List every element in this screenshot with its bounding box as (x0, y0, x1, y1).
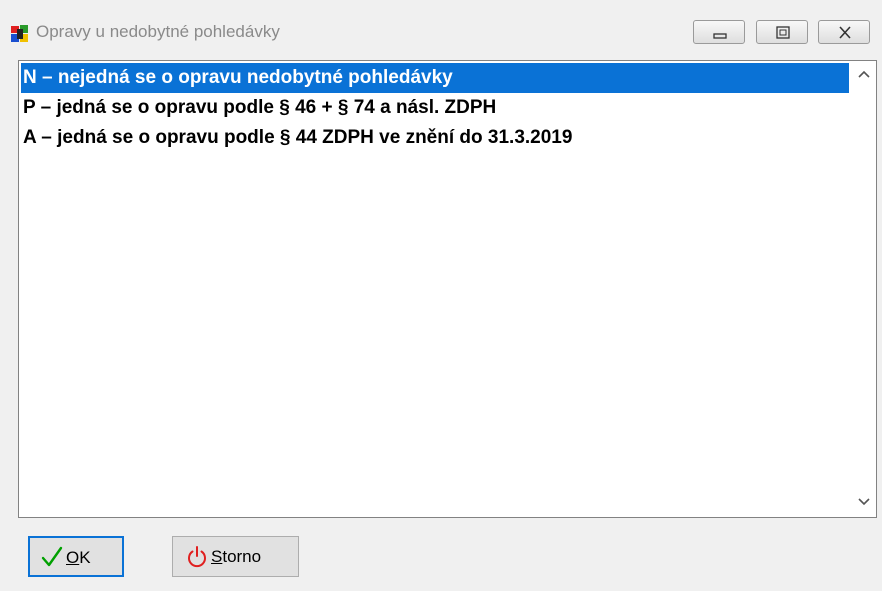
window-title: Opravy u nedobytné pohledávky (36, 22, 280, 41)
minimize-icon (713, 33, 727, 39)
title-bar: Opravy u nedobytné pohledávky (0, 0, 882, 56)
close-button[interactable] (818, 20, 870, 44)
options-listbox[interactable]: N – nejedná se o opravu nedobytné pohled… (18, 60, 877, 518)
chevron-down-icon (858, 498, 870, 506)
minimize-button[interactable] (693, 20, 745, 44)
list-item[interactable]: P – jedná se o opravu podle § 46 + § 74 … (21, 93, 849, 123)
storno-button[interactable]: Storno (172, 536, 299, 577)
checkmark-icon (40, 545, 64, 574)
close-icon (839, 26, 851, 39)
list-item[interactable]: A – jedná se o opravu podle § 44 ZDPH ve… (21, 123, 849, 153)
ok-button[interactable]: OK (28, 536, 124, 577)
vertical-scrollbar[interactable] (852, 61, 876, 517)
scroll-up-button[interactable] (852, 63, 876, 87)
dialog-window: Opravy u nedobytné pohledávky N – nejedn… (0, 0, 882, 591)
chevron-up-icon (858, 70, 870, 78)
list-item[interactable]: N – nejedná se o opravu nedobytné pohled… (21, 63, 849, 93)
power-icon (185, 545, 209, 574)
restore-button[interactable] (756, 20, 808, 44)
storno-label: Storno (211, 547, 262, 566)
ok-label: OK (66, 548, 91, 567)
scroll-down-button[interactable] (852, 489, 876, 513)
restore-icon (776, 26, 790, 39)
app-logo-icon (10, 24, 30, 44)
